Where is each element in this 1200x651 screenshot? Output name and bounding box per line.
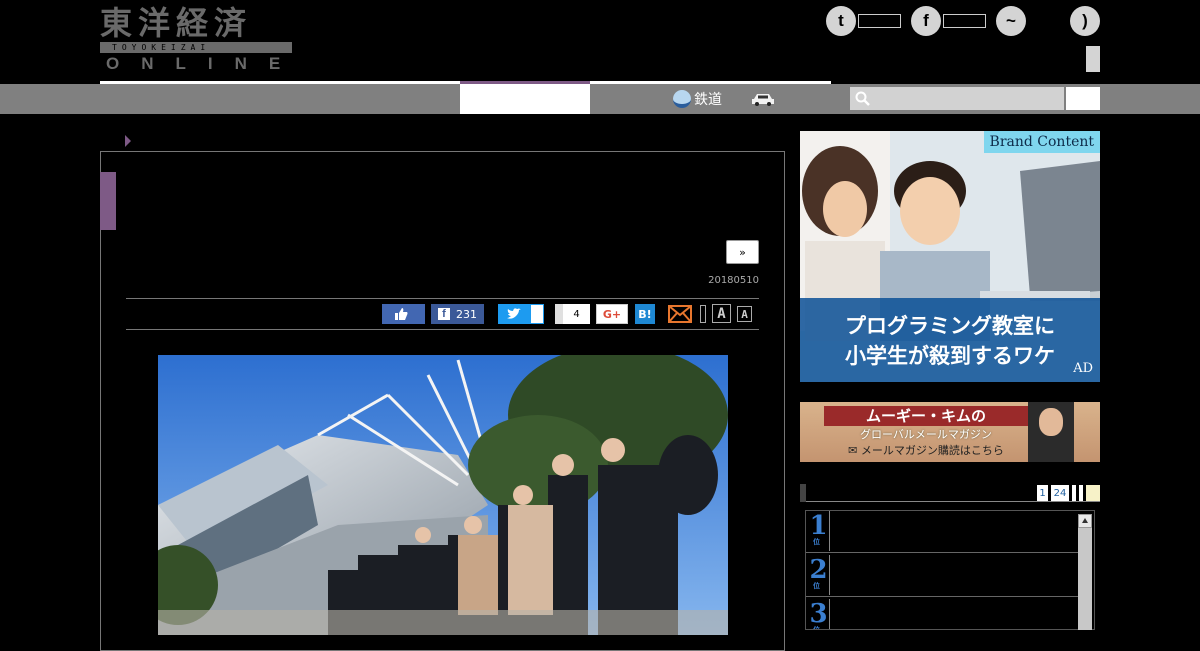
- ranking-row[interactable]: 2位: [806, 555, 1078, 597]
- divider: [126, 329, 759, 330]
- newsletter-banner[interactable]: ムーギー・キムの グローバルメールマガジン ✉ メールマガジン購読はこちら: [800, 402, 1100, 462]
- facebook-like-count: [943, 14, 986, 28]
- messenger-icon[interactable]: ~: [996, 6, 1026, 36]
- ranking-list: 1位 2位 3位: [805, 510, 1095, 630]
- newsletter-subtitle: グローバルメールマガジン: [860, 428, 992, 441]
- twitter-icon[interactable]: t: [826, 6, 856, 36]
- search-icon: [855, 91, 870, 106]
- ranking-row[interactable]: 1位: [806, 511, 1078, 553]
- car-icon[interactable]: [751, 92, 775, 106]
- ad-label: AD: [1073, 361, 1093, 376]
- ad-caption-line2: 小学生が殺到するワケ: [845, 344, 1055, 368]
- ranking-tabs: 1 24: [1037, 485, 1100, 501]
- twitter-share-button[interactable]: [498, 304, 530, 324]
- ranking-tab-1[interactable]: 1: [1037, 485, 1048, 501]
- ranking-scrollbar[interactable]: [1078, 514, 1092, 630]
- rss-icon[interactable]: ): [1070, 6, 1100, 36]
- logo-romaji: TOYOKEIZAI: [112, 43, 211, 52]
- hatena-bookmark-icon[interactable]: B!: [635, 304, 655, 324]
- mail-icon[interactable]: [668, 305, 692, 323]
- twitter-share-count: [530, 304, 544, 324]
- thumbs-up-icon: [394, 308, 407, 320]
- ad-caption: プログラミング教室に 小学生が殺到するワケ AD: [800, 298, 1100, 382]
- facebook-share-button[interactable]: f 231: [431, 304, 484, 324]
- breadcrumb-arrow-icon: [125, 135, 131, 147]
- next-page-button[interactable]: »: [726, 240, 759, 264]
- rank-number: 2位: [808, 555, 830, 595]
- scroll-up-icon[interactable]: [1078, 514, 1092, 528]
- print-button[interactable]: [700, 305, 706, 323]
- site-logo[interactable]: 東洋経済 TOYOKEIZAI ONLINE: [100, 4, 295, 73]
- divider: [126, 298, 759, 299]
- rank-number: 3位: [808, 599, 830, 629]
- brand-content-ad[interactable]: Brand Content プログラミング教室に 小学生が殺到するワケ AD: [800, 131, 1100, 382]
- ranking-tab-24[interactable]: 24: [1051, 485, 1069, 501]
- pocket-button[interactable]: [555, 304, 563, 324]
- pocket-count: 4: [563, 304, 590, 324]
- facebook-icon: f: [438, 308, 450, 320]
- like-button[interactable]: [382, 304, 425, 324]
- ranking-tab-4[interactable]: [1079, 485, 1083, 501]
- article-date: 20180510: [708, 275, 759, 286]
- font-size-small-button[interactable]: A: [737, 306, 752, 322]
- search-input[interactable]: [850, 87, 1064, 110]
- mail-icon: ✉: [848, 444, 861, 457]
- twitter-icon: [507, 308, 521, 319]
- ranking-tab-5[interactable]: [1086, 485, 1100, 501]
- rank-number: 1位: [808, 511, 830, 551]
- ranking-tab-3[interactable]: [1072, 485, 1076, 501]
- ranking-header-bar: [800, 484, 806, 502]
- twitter-follow-count: [858, 14, 901, 28]
- search-button[interactable]: [1066, 87, 1100, 110]
- logo-kanji: 東洋経済: [100, 4, 253, 42]
- author-face: [1039, 408, 1063, 436]
- facebook-share-count: 231: [456, 307, 477, 321]
- title-accent-bar: [100, 172, 116, 230]
- font-size-large-button[interactable]: A: [712, 304, 731, 323]
- nav-tab-active[interactable]: [460, 84, 590, 114]
- menu-button[interactable]: [1086, 46, 1100, 72]
- newsletter-cta: ✉ メールマガジン購読はこちら: [848, 444, 1004, 457]
- brand-content-tag: Brand Content: [983, 131, 1100, 153]
- nav-item-label: 鉄道: [694, 92, 722, 108]
- nav-item-tetsudo[interactable]: 鉄道: [673, 88, 722, 110]
- google-plus-icon[interactable]: G+: [596, 304, 628, 324]
- logo-online: ONLINE: [106, 54, 303, 73]
- facebook-icon[interactable]: f: [911, 6, 941, 36]
- ad-caption-line1: プログラミング教室に: [845, 314, 1055, 338]
- article-photo: [158, 355, 728, 635]
- train-icon: [673, 90, 691, 108]
- ranking-row[interactable]: 3位: [806, 599, 1078, 629]
- ranking-header: 1 24: [800, 484, 1100, 502]
- newsletter-title: ムーギー・キムの: [865, 407, 986, 425]
